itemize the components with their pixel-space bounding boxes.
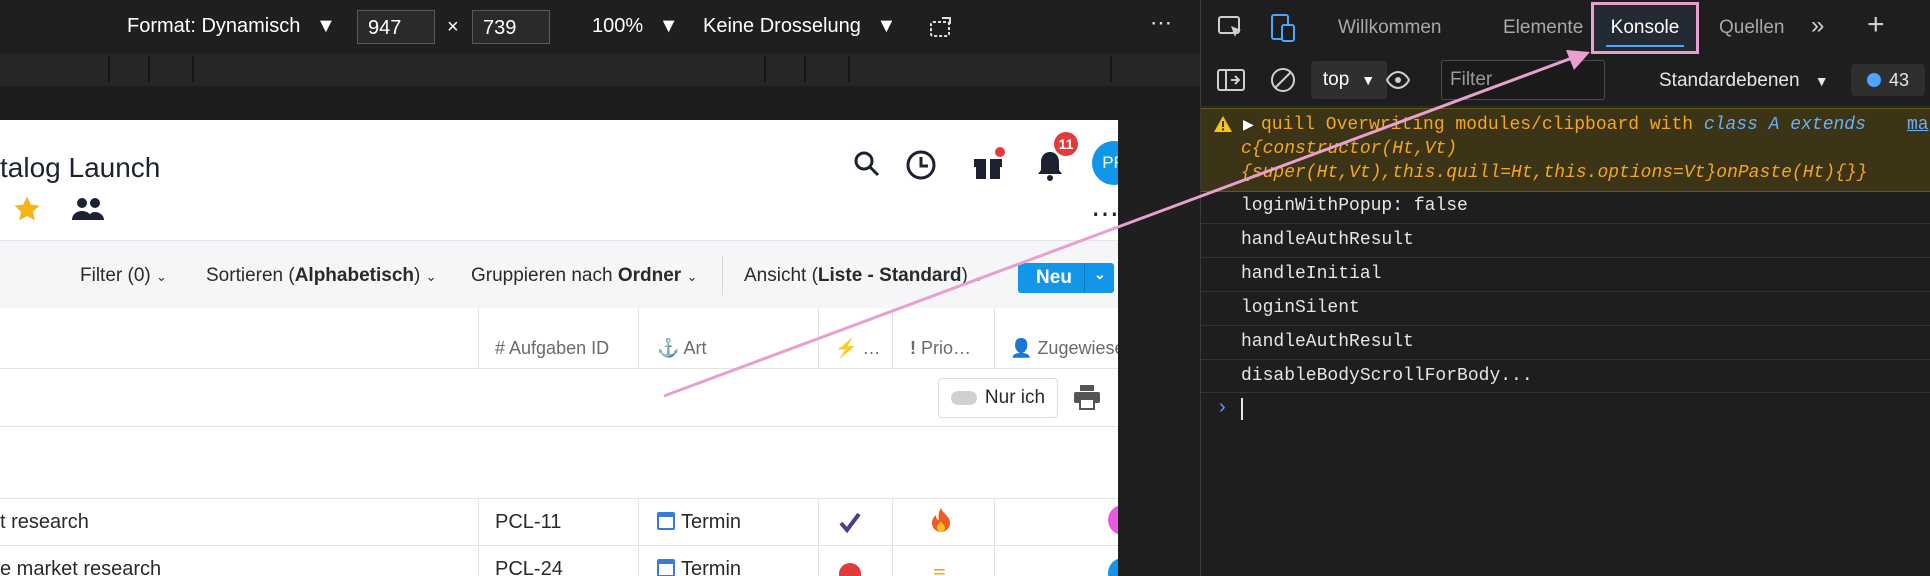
annotation-arrow xyxy=(663,50,1590,398)
